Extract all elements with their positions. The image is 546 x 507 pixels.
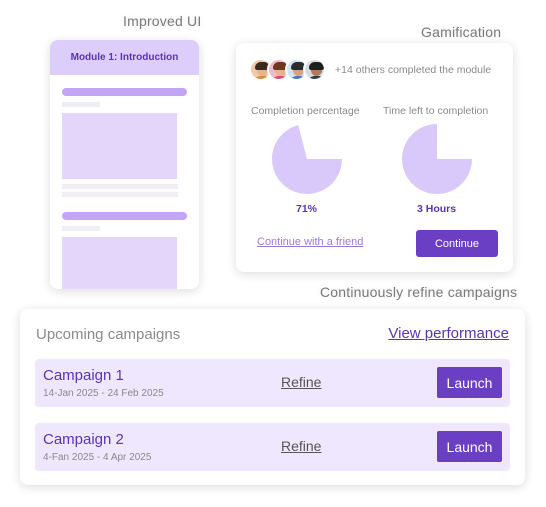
gamification-card: +14 others completed the module Completi… (236, 43, 513, 272)
campaign-row: Campaign 2 4-Fan 2025 - 4 Apr 2025 Refin… (35, 423, 510, 471)
improved-ui-caption: Improved UI (123, 13, 202, 29)
campaign-row: Campaign 1 14-Jan 2025 - 24 Feb 2025 Ref… (35, 359, 510, 407)
time-left-pie-slice (402, 124, 472, 194)
content-image-placeholder (62, 237, 177, 289)
campaigns-card: Upcoming campaigns View performance Camp… (20, 309, 525, 485)
time-left-value: 3 Hours (417, 203, 457, 215)
content-subline-placeholder (62, 102, 100, 107)
refine-campaigns-caption: Continuously refine campaigns (320, 284, 518, 300)
launch-button[interactable]: Launch (437, 367, 502, 398)
time-left-pie-chart (402, 124, 472, 194)
completion-pie-slice (272, 125, 342, 195)
completion-percentage-label: Completion percentage (251, 105, 360, 117)
avatar-group (249, 58, 326, 81)
module-phone-mockup: Module 1: Introduction (50, 40, 199, 289)
refine-link[interactable]: Refine (281, 374, 321, 390)
content-heading-placeholder (62, 88, 187, 96)
gamification-caption: Gamification (421, 24, 502, 40)
refine-link[interactable]: Refine (281, 438, 321, 454)
completion-percentage-value: 71% (296, 203, 318, 215)
view-performance-link[interactable]: View performance (388, 325, 509, 342)
content-subline-placeholder (62, 226, 100, 231)
content-line-placeholder (62, 192, 178, 197)
content-line-placeholder (62, 184, 178, 189)
avatar (303, 58, 326, 81)
campaign-name: Campaign 1 (43, 367, 124, 384)
campaign-dates: 4-Fan 2025 - 4 Apr 2025 (43, 452, 152, 463)
content-image-placeholder (62, 113, 177, 179)
continue-with-friend-link[interactable]: Continue with a friend (257, 236, 363, 248)
campaign-name: Campaign 2 (43, 431, 124, 448)
time-left-label: Time left to completion (383, 105, 489, 117)
launch-button[interactable]: Launch (437, 431, 502, 462)
upcoming-campaigns-title: Upcoming campaigns (36, 326, 181, 343)
module-title: Module 1: Introduction (50, 40, 199, 75)
continue-button[interactable]: Continue (416, 230, 498, 257)
completion-pie-chart (272, 125, 342, 195)
content-heading-placeholder (62, 212, 187, 220)
others-completed-text: +14 others completed the module (335, 64, 492, 76)
campaign-dates: 14-Jan 2025 - 24 Feb 2025 (43, 388, 164, 399)
